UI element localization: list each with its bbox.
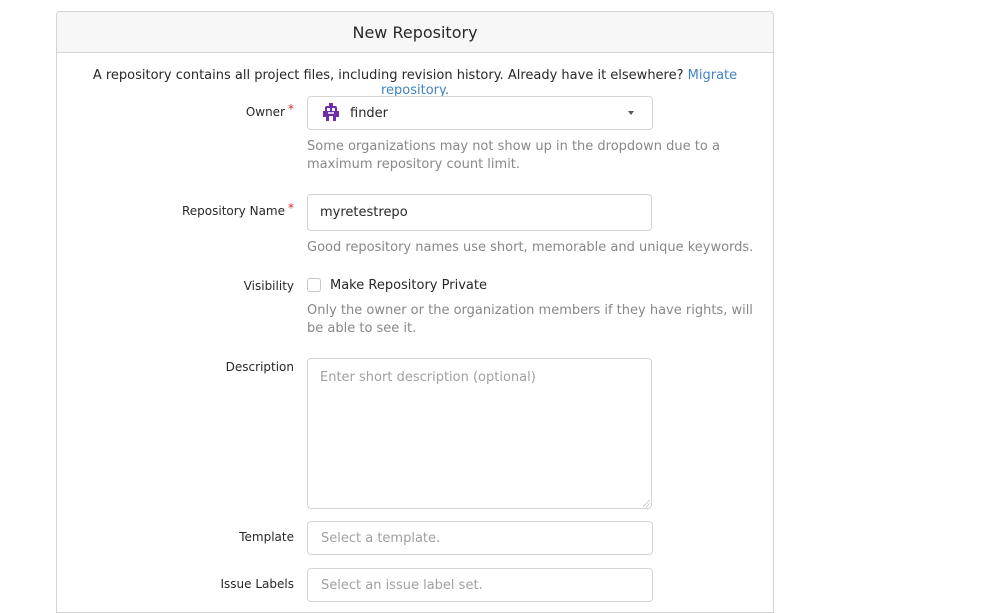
page-title: New Repository (352, 22, 478, 42)
intro-text: A repository contains all project files,… (57, 68, 773, 98)
owner-label: Owner * (245, 102, 294, 119)
visibility-help-text: Only the owner or the organization membe… (307, 303, 753, 336)
repository-name-input[interactable]: myretestrepo (307, 194, 652, 231)
intro-description: A repository contains all project files,… (92, 68, 684, 83)
owner-selected-value: finder (350, 105, 389, 121)
issue-labels-dropdown[interactable]: Select an issue label set. (307, 568, 653, 602)
repository-name-value: myretestrepo (320, 205, 408, 220)
repository-name-label: Repository Name * (181, 201, 294, 218)
repository-name-help-text: Good repository names use short, memorab… (307, 240, 754, 255)
required-mark: * (288, 201, 294, 215)
issue-labels-placeholder: Select an issue label set. (321, 577, 483, 593)
description-textarea[interactable]: Enter short description (optional) (307, 358, 652, 509)
form-header: New Repository (57, 12, 773, 53)
owner-label-text: Owner (245, 105, 285, 119)
caret-down-icon (628, 111, 634, 115)
template-label: Template (239, 530, 294, 544)
new-repository-form: New Repository A repository contains all… (56, 11, 774, 613)
owner-help-text: Some organizations may not show up in th… (307, 139, 720, 172)
template-placeholder: Select a template. (321, 530, 441, 546)
visibility-label: Visibility (243, 279, 294, 293)
required-mark: * (288, 102, 294, 116)
resize-handle-icon[interactable] (643, 500, 650, 507)
private-checkbox-label[interactable]: Make Repository Private (330, 278, 487, 293)
owner-dropdown[interactable]: finder (307, 96, 653, 130)
org-avatar-icon (323, 103, 339, 121)
description-placeholder: Enter short description (optional) (320, 370, 536, 385)
description-label: Description (225, 360, 294, 374)
private-checkbox[interactable] (307, 278, 321, 292)
repository-name-label-text: Repository Name (181, 204, 285, 218)
template-dropdown[interactable]: Select a template. (307, 521, 653, 555)
